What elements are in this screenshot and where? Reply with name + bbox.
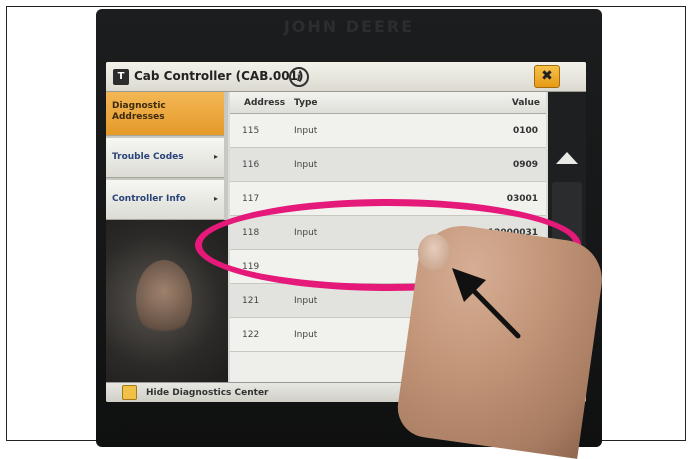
arrow-shaft bbox=[467, 284, 521, 339]
pointer-arrow-icon bbox=[452, 268, 521, 339]
